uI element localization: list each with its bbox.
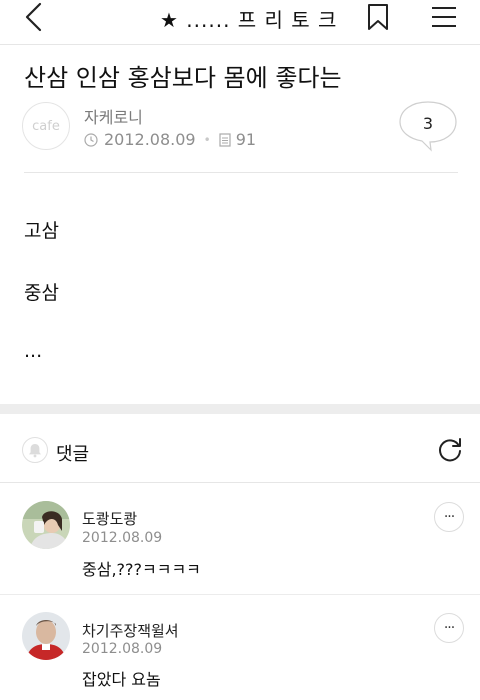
comments-divider (0, 482, 480, 483)
refresh-icon[interactable] (436, 436, 464, 464)
post-body-line: ... (24, 340, 43, 362)
clock-icon (84, 132, 98, 147)
notification-toggle[interactable] (22, 437, 48, 463)
comment-date: 2012.08.09 (82, 530, 163, 546)
top-bar: ★ ...... 프 리 토 크 (0, 0, 480, 36)
hamburger-menu-icon[interactable] (430, 5, 458, 29)
comment-author[interactable]: 도쾅도쾅 (82, 508, 137, 529)
comment-text: 잡았다 요놈 (82, 670, 161, 689)
section-separator (0, 404, 480, 414)
comments-header: 댓글 (56, 444, 90, 465)
post-date: 2012.08.09 (104, 130, 196, 149)
chevron-left-icon[interactable] (22, 2, 46, 32)
post-title: 산삼 인삼 홍삼보다 몸에 좋다는 (24, 64, 342, 92)
top-divider (0, 44, 480, 45)
post-author[interactable]: 자케로니 (84, 104, 143, 128)
more-icon: ··· (443, 620, 455, 636)
post-divider (24, 172, 458, 173)
author-avatar[interactable]: cafe (22, 102, 70, 150)
meta-separator: • (203, 132, 211, 147)
bell-icon (29, 443, 41, 457)
commenter-avatar[interactable] (22, 612, 70, 660)
commenter-avatar[interactable] (22, 501, 70, 549)
more-icon: ··· (443, 509, 455, 525)
comment-author[interactable]: 차기주장잭윌셔 (82, 620, 179, 641)
comment-divider (0, 594, 480, 595)
avatar-text: cafe (32, 118, 60, 134)
comment-date: 2012.08.09 (82, 641, 163, 657)
post-meta: 2012.08.09 • 91 (84, 130, 256, 149)
cafe-board-title[interactable]: ★ ...... 프 리 토 크 (160, 4, 337, 33)
document-icon (219, 132, 231, 147)
avatar-photo (22, 612, 70, 660)
comment-text: 중삼,???ㅋㅋㅋㅋ (82, 560, 201, 579)
comment-more-button[interactable]: ··· (434, 502, 464, 532)
avatar-photo (22, 501, 70, 549)
bookmark-icon[interactable] (366, 3, 390, 31)
view-count: 91 (235, 130, 257, 149)
post-body-line: 중삼 (24, 282, 59, 304)
post-body-line: 고삼 (24, 220, 59, 242)
comment-count[interactable]: 3 (398, 114, 458, 133)
comment-more-button[interactable]: ··· (434, 613, 464, 643)
